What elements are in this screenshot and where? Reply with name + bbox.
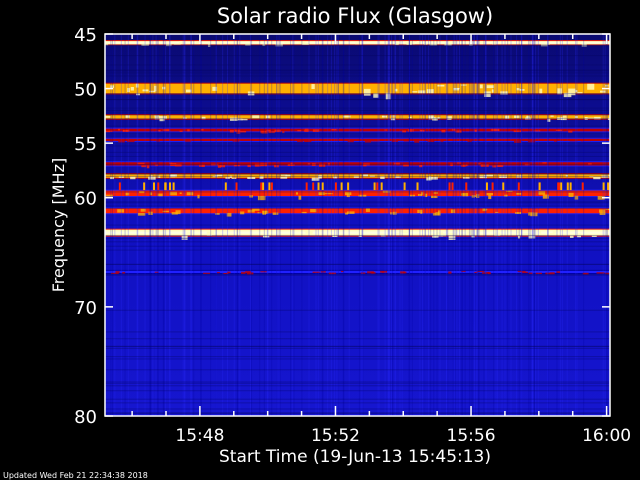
y-tick-label: 70 [74, 298, 97, 319]
y-tick-label: 45 [74, 25, 97, 46]
y-axis-label: Frequency [MHz] [49, 158, 68, 292]
x-axis-label: Start Time (19-Jun-13 15:45:13) [219, 447, 491, 467]
chart-title: Solar radio Flux (Glasgow) [217, 4, 493, 28]
x-tick-label: 15:56 [447, 426, 496, 446]
y-tick-label: 50 [74, 80, 97, 101]
spectrogram-figure: Solar radio Flux (Glasgow) 455055607080 … [3, 4, 631, 480]
x-tick-label: 15:48 [175, 426, 224, 446]
plot-area [105, 34, 610, 416]
x-tick-label: 15:52 [311, 426, 360, 446]
y-tick-label: 60 [74, 189, 97, 210]
y-tick-label: 80 [74, 407, 97, 428]
footer-updated: Updated Wed Feb 21 22:34:38 2018 [3, 471, 148, 480]
y-tick-label: 55 [74, 134, 97, 155]
x-tick-label: 16:00 [582, 426, 631, 446]
